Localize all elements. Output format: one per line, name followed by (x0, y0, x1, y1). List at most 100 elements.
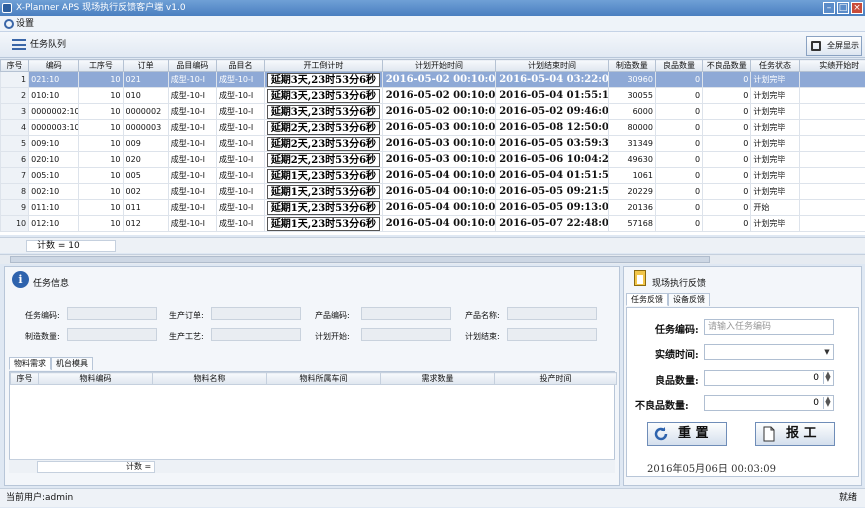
report-label: 报 工 (786, 426, 817, 441)
countdown-value: 延期3天,23时53分6秒 (267, 73, 380, 87)
table-row[interactable]: 5009:1010009成型-10-I成型-10-I延期2天,23时53分6秒2… (1, 136, 865, 152)
table-cell: 成型-10-I (168, 120, 216, 136)
actual-time-picker[interactable]: ▼ (704, 344, 834, 360)
table-row[interactable]: 1021:1010021成型-10-I成型-10-I延期3天,23时53分6秒2… (1, 72, 865, 88)
material-column-header[interactable]: 序号 (11, 373, 39, 385)
table-cell: 0 (655, 120, 702, 136)
task-code-field (67, 307, 157, 320)
table-row[interactable]: 2010:1010010成型-10-I成型-10-I延期3天,23时53分6秒2… (1, 88, 865, 104)
table-row[interactable]: 6020:1010020成型-10-I成型-10-I延期2天,23时53分6秒2… (1, 152, 865, 168)
grid-column-header[interactable]: 品目名 (216, 60, 264, 72)
table-cell (799, 200, 865, 216)
status-bar: 当前用户:admin 就绪 (0, 488, 865, 507)
grid-column-header[interactable]: 开工倒计时 (265, 60, 383, 72)
grid-column-header[interactable]: 良品数量 (655, 60, 702, 72)
table-cell: 009:10 (29, 136, 79, 152)
table-cell: 成型-10-I (216, 88, 264, 104)
reset-button[interactable]: 重 置 (647, 422, 727, 446)
material-column-header[interactable]: 投产时间 (495, 373, 617, 385)
table-cell: 1061 (608, 168, 655, 184)
table-cell: 0 (655, 200, 702, 216)
tab-material-demand[interactable]: 物料需求 (9, 357, 51, 370)
grid-column-header[interactable]: 计划结束时间 (496, 60, 609, 72)
table-cell: 计划完毕 (751, 104, 799, 120)
task-code-input[interactable]: 请输入任务编码 (704, 319, 834, 335)
minimize-button[interactable]: – (823, 2, 835, 14)
table-row[interactable]: 9011:1010011成型-10-I成型-10-I延期1天,23时53分6秒2… (1, 200, 865, 216)
table-cell: 0000002 (123, 104, 168, 120)
table-cell: 010:10 (29, 88, 79, 104)
table-cell: 0 (703, 184, 751, 200)
table-cell: 0 (703, 120, 751, 136)
table-cell: 2016-05-04 01:55:16 (496, 88, 609, 104)
table-cell: 49630 (608, 152, 655, 168)
material-column-header[interactable]: 物料编码 (39, 373, 153, 385)
table-cell: 延期1天,23时53分6秒 (265, 200, 383, 216)
table-row[interactable]: 30000002:10100000002成型-10-I成型-10-I延期3天,2… (1, 104, 865, 120)
table-cell: 20136 (608, 200, 655, 216)
table-cell: 计划完毕 (751, 120, 799, 136)
grid-column-header[interactable]: 不良品数量 (703, 60, 751, 72)
tab-device-feedback[interactable]: 设备反馈 (668, 293, 710, 306)
bad-qty-stepper[interactable]: 0▲▼ (704, 395, 834, 411)
table-row[interactable]: 10012:1010012成型-10-I成型-10-I延期1天,23时53分6秒… (1, 216, 865, 232)
table-row[interactable]: 8002:1010002成型-10-I成型-10-I延期1天,23时53分6秒2… (1, 184, 865, 200)
table-cell: 012 (123, 216, 168, 232)
chevron-down-icon[interactable]: ▼ (822, 346, 832, 358)
grid-column-header[interactable]: 工序号 (79, 60, 123, 72)
mfg-qty-field (67, 328, 157, 341)
feedback-title: 现场执行反馈 (652, 276, 706, 289)
menu-bar: 设置 (0, 16, 865, 32)
grid-column-header[interactable]: 实绩开始时 (799, 60, 865, 72)
fullscreen-button[interactable]: 全屏显示 (806, 36, 862, 56)
table-cell: 成型-10-I (216, 200, 264, 216)
table-cell: 0 (655, 168, 702, 184)
feedback-form: 任务编码: 请输入任务编码 实绩时间: ▼ 良品数量: 0▲▼ 不良品数量: 0… (626, 307, 859, 477)
table-row[interactable]: 40000003:10100000003成型-10-I成型-10-I延期2天,2… (1, 120, 865, 136)
spinner-icon[interactable]: ▲▼ (823, 397, 832, 409)
table-cell: 6 (1, 152, 29, 168)
table-row[interactable]: 7005:1010005成型-10-I成型-10-I延期1天,23时53分6秒2… (1, 168, 865, 184)
scroll-thumb[interactable] (10, 256, 710, 263)
material-column-header[interactable]: 物料名称 (153, 373, 267, 385)
grid-column-header[interactable]: 任务状态 (751, 60, 799, 72)
close-button[interactable]: × (851, 2, 863, 14)
grid-column-header[interactable]: 订单 (123, 60, 168, 72)
table-cell: 011 (123, 200, 168, 216)
material-footer: 计数 = (9, 459, 615, 473)
fullscreen-label: 全屏显示 (827, 41, 859, 50)
maximize-button[interactable]: □ (837, 2, 849, 14)
table-cell: 成型-10-I (216, 120, 264, 136)
task-grid[interactable]: 序号编码工序号订单品目编码品目名开工倒计时计划开始时间计划结束时间制造数量良品数… (0, 59, 865, 235)
table-cell: 2016-05-03 00:10:00 (382, 120, 496, 136)
horizontal-scrollbar[interactable] (0, 254, 865, 264)
table-cell: 延期1天,23时53分6秒 (265, 184, 383, 200)
material-column-header[interactable]: 物料所属车间 (267, 373, 381, 385)
gear-icon[interactable] (4, 19, 14, 29)
countdown-value: 延期1天,23时53分6秒 (267, 169, 380, 183)
table-cell: 30960 (608, 72, 655, 88)
tab-task-feedback[interactable]: 任务反馈 (626, 293, 668, 306)
table-cell: 成型-10-I (216, 72, 264, 88)
material-column-header[interactable]: 需求数量 (381, 373, 495, 385)
actual-time-label: 实绩时间: (655, 346, 699, 361)
grid-column-header[interactable]: 序号 (1, 60, 29, 72)
product-code-field (361, 307, 451, 320)
report-button[interactable]: 报 工 (755, 422, 835, 446)
table-cell: 成型-10-I (216, 152, 264, 168)
task-queue-title: 任务队列 (30, 40, 66, 50)
table-cell: 2016-05-03 00:10:00 (382, 136, 496, 152)
app-icon (2, 3, 12, 13)
tab-machine-mold[interactable]: 机台模具 (51, 357, 93, 370)
grid-column-header[interactable]: 品目编码 (168, 60, 216, 72)
good-qty-stepper[interactable]: 0▲▼ (704, 370, 834, 386)
grid-column-header[interactable]: 制造数量 (608, 60, 655, 72)
grid-column-header[interactable]: 计划开始时间 (382, 60, 496, 72)
grid-column-header[interactable]: 编码 (29, 60, 79, 72)
spinner-icon[interactable]: ▲▼ (823, 372, 832, 384)
table-cell (799, 152, 865, 168)
menu-settings[interactable]: 设置 (16, 19, 34, 29)
table-cell: 延期2天,23时53分6秒 (265, 136, 383, 152)
material-table[interactable]: 序号物料编码物料名称物料所属车间需求数量投产时间 (9, 371, 615, 473)
table-cell: 002 (123, 184, 168, 200)
